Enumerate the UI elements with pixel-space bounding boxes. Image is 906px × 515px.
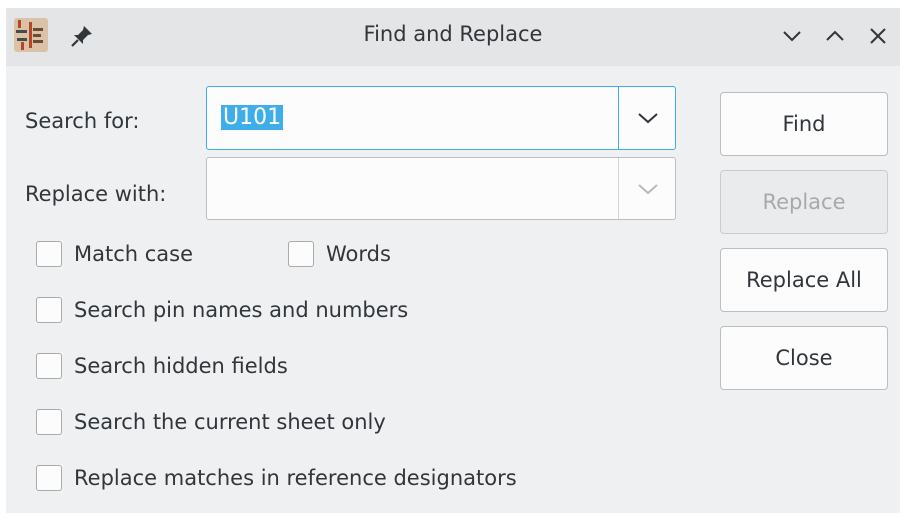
- chevron-down-icon: [637, 183, 658, 194]
- replace-refdes-label: Replace matches in reference designators: [74, 466, 517, 490]
- words-label: Words: [326, 242, 391, 266]
- chevron-up-icon[interactable]: [821, 22, 849, 50]
- replace-combo[interactable]: [206, 157, 676, 220]
- search-for-label: Search for:: [25, 109, 140, 133]
- replace-button[interactable]: Replace: [720, 170, 888, 234]
- search-combo[interactable]: U101: [206, 86, 676, 150]
- search-hidden-checkbox[interactable]: Search hidden fields: [36, 353, 288, 379]
- replace-dropdown-button[interactable]: [619, 158, 676, 219]
- search-input-text: U101: [221, 105, 284, 130]
- checkbox-box[interactable]: [36, 409, 62, 435]
- words-checkbox[interactable]: Words: [288, 241, 391, 267]
- replace-all-button[interactable]: Replace All: [720, 248, 888, 312]
- search-pins-label: Search pin names and numbers: [74, 298, 409, 322]
- window-title: Find and Replace: [363, 22, 543, 46]
- title-bar[interactable]: Find and Replace: [6, 8, 900, 66]
- replace-with-label: Replace with:: [25, 182, 167, 206]
- search-hidden-label: Search hidden fields: [74, 354, 288, 378]
- checkbox-box[interactable]: [36, 465, 62, 491]
- close-icon[interactable]: [864, 22, 892, 50]
- checkbox-box[interactable]: [36, 353, 62, 379]
- close-button[interactable]: Close: [720, 326, 888, 390]
- current-sheet-checkbox[interactable]: Search the current sheet only: [36, 409, 386, 435]
- current-sheet-label: Search the current sheet only: [74, 410, 386, 434]
- match-case-checkbox[interactable]: Match case: [36, 241, 193, 267]
- match-case-label: Match case: [74, 242, 194, 266]
- chevron-down-icon: [637, 113, 658, 124]
- checkbox-box[interactable]: [36, 241, 62, 267]
- search-pins-checkbox[interactable]: Search pin names and numbers: [36, 297, 408, 323]
- find-button[interactable]: Find: [720, 92, 888, 156]
- checkbox-box[interactable]: [36, 297, 62, 323]
- chevron-down-icon[interactable]: [778, 22, 806, 50]
- checkbox-box[interactable]: [288, 241, 314, 267]
- search-input[interactable]: U101: [221, 104, 284, 132]
- find-replace-dialog: Find and Replace Search for: U101 Replac…: [6, 8, 900, 513]
- replace-refdes-checkbox[interactable]: Replace matches in reference designators: [36, 465, 517, 491]
- search-dropdown-button[interactable]: [619, 87, 676, 149]
